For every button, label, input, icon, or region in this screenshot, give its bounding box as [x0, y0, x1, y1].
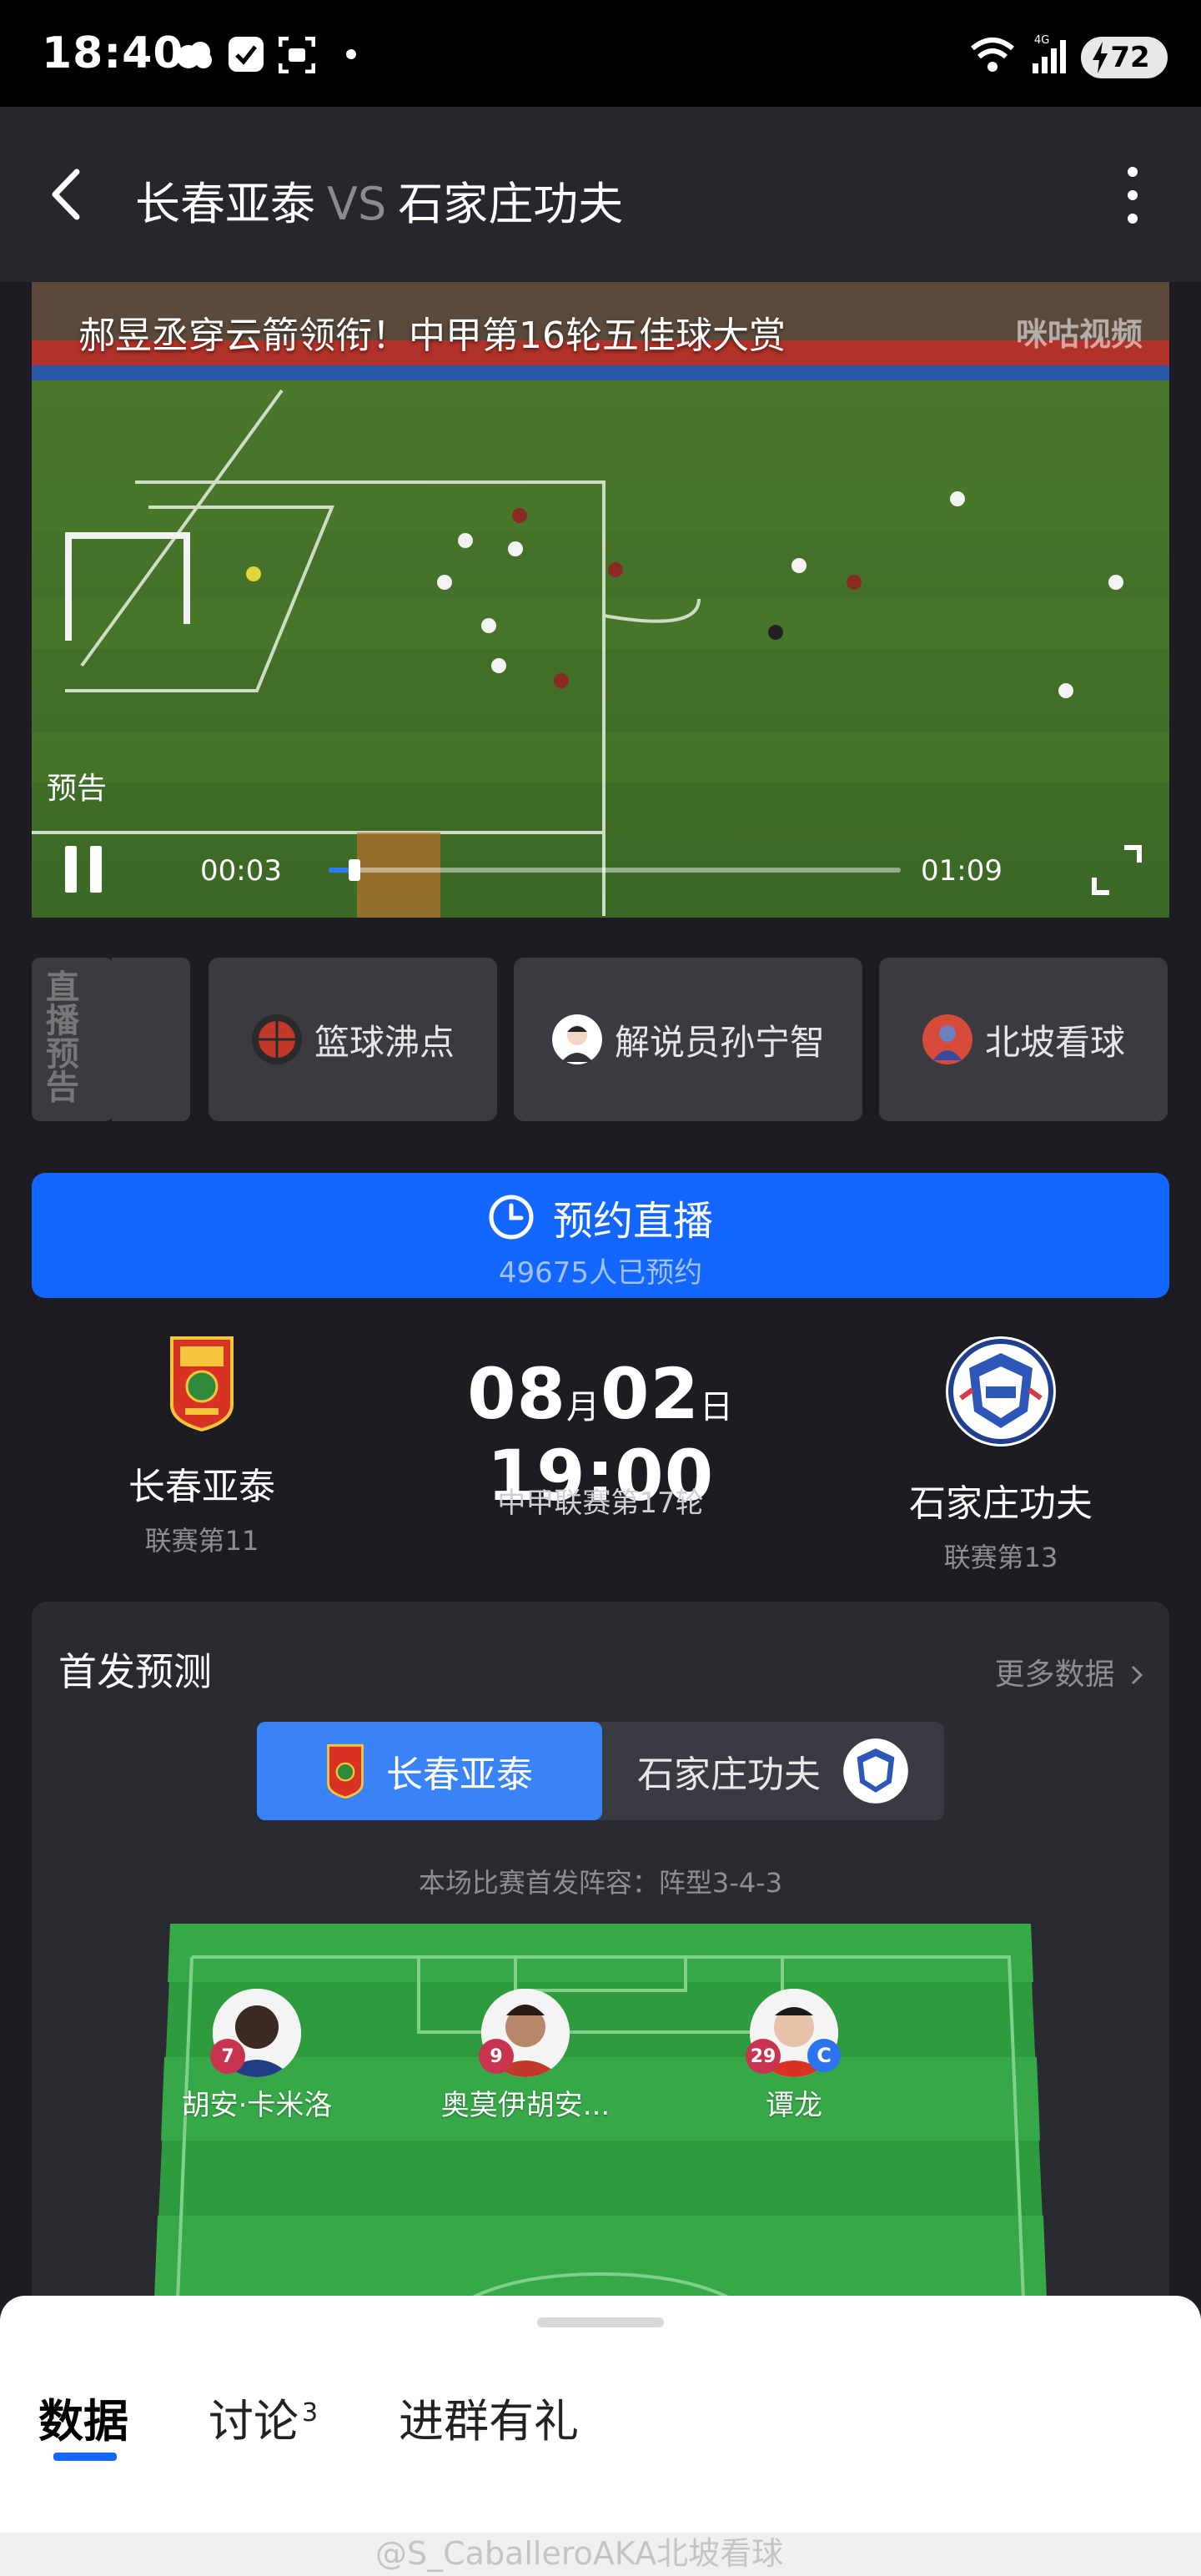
- kickoff-month: 08: [467, 1353, 566, 1435]
- formation-text: 本场比赛首发阵容：阵型3-4-3: [418, 1867, 783, 1899]
- header-home-team: 长春亚泰: [135, 178, 315, 230]
- month-unit: 月: [566, 1388, 600, 1426]
- header-away-team: 石家庄功夫: [398, 178, 624, 230]
- more-dot: [1128, 167, 1138, 177]
- league-round: 中甲联赛第17轮: [497, 1487, 704, 1520]
- tab-away-label: 石家庄功夫: [637, 1753, 821, 1796]
- away-team-logo: [946, 1336, 1056, 1446]
- clock-icon: [489, 1195, 534, 1240]
- notification-dot-icon: [346, 49, 356, 59]
- player-number: 29: [746, 2039, 781, 2074]
- status-time: 18:40: [42, 28, 184, 78]
- video-player[interactable]: 郝昱丞穿云箭领衔！中甲第16轮五佳球大赏 咪咕视频 预告 00:03 01:09: [32, 282, 1169, 918]
- player-number: 7: [210, 2039, 245, 2074]
- tab-home-team[interactable]: 长春亚泰: [257, 1722, 602, 1820]
- pause-bar: [65, 846, 77, 893]
- reserve-label: 预约直播: [552, 1198, 713, 1245]
- channel-label: 篮球沸点: [314, 1021, 455, 1063]
- channel-item[interactable]: 解说员孙宁智: [514, 958, 862, 1121]
- charging-bolt-icon: [1093, 42, 1108, 73]
- tab-join-group[interactable]: 进群有礼: [399, 2384, 579, 2450]
- wifi-icon: [971, 38, 1014, 72]
- channel-avatar: [551, 1014, 602, 1064]
- video-source-logo: 咪咕视频: [1015, 316, 1143, 353]
- reserve-live-button[interactable]: 预约直播 49675人已预约: [32, 1173, 1169, 1298]
- player-name: 谭龙: [766, 2089, 822, 2122]
- live-preview-label: 直播预告: [40, 969, 78, 1103]
- home-team-rank: 联赛第11: [144, 1525, 259, 1557]
- channel-label: 北坡看球: [984, 1021, 1125, 1063]
- pause-button[interactable]: [65, 846, 108, 893]
- discussion-count: 3: [302, 2398, 319, 2428]
- lineup-title: 首发预测: [58, 1649, 212, 1694]
- channel-item[interactable]: 篮球沸点: [209, 958, 497, 1121]
- player-number: 9: [479, 2039, 514, 2074]
- sheet-grabber[interactable]: [537, 2317, 664, 2327]
- more-data-label: 更多数据: [994, 1658, 1115, 1692]
- reserve-main-row: 预约直播: [32, 1188, 1169, 1246]
- match-title: 长春亚泰 VS 石家庄功夫: [135, 167, 623, 233]
- channel-item[interactable]: 北坡看球: [879, 958, 1168, 1121]
- more-dot: [1128, 214, 1138, 224]
- progress-bar[interactable]: [329, 859, 901, 881]
- top-header: 长春亚泰 VS 石家庄功夫: [0, 107, 1201, 282]
- channel-label: 解说员孙宁智: [614, 1021, 825, 1063]
- away-team-mini-logo: [843, 1738, 908, 1804]
- header-vs: VS: [327, 178, 387, 230]
- player-card[interactable]: 7 胡安·卡米洛: [148, 1989, 365, 2123]
- home-team-name: 长春亚泰: [128, 1466, 275, 1508]
- away-team-rank: 联赛第13: [943, 1542, 1058, 1573]
- home-team-logo: [170, 1336, 234, 1431]
- status-bar: 18:40 4G 72: [0, 0, 1201, 107]
- more-dot: [1128, 190, 1138, 200]
- kickoff-day: 02: [600, 1353, 700, 1435]
- tab-away-team[interactable]: 石家庄功夫: [602, 1722, 944, 1820]
- svg-text:4G: 4G: [1034, 34, 1049, 47]
- more-options-button[interactable]: [1118, 162, 1148, 229]
- total-time: 01:09: [921, 854, 1003, 888]
- preview-label: 预告: [47, 772, 108, 806]
- video-title: 郝昱丞穿云箭领衔！中甲第16轮五佳球大赏: [78, 314, 786, 357]
- current-time: 00:03: [200, 854, 282, 888]
- player-card[interactable]: 9 奥莫伊胡安...: [417, 1989, 634, 2123]
- tab-discussion[interactable]: 讨论 3: [209, 2384, 318, 2450]
- tab-discussion-label: 讨论: [209, 2395, 299, 2448]
- channel-avatar: [251, 1014, 302, 1064]
- watermark: @S_CaballeroAKA北坡看球: [375, 2535, 784, 2572]
- day-unit: 日: [699, 1388, 734, 1426]
- channel-avatar: [922, 1014, 972, 1064]
- home-team-info[interactable]: 长春亚泰 联赛第11: [60, 1335, 344, 1558]
- team-switch: 长春亚泰 石家庄功夫: [257, 1722, 944, 1820]
- bottom-sheet: 数据 讨论 3 进群有礼 @S_CaballeroAKA北坡看球: [0, 2296, 1201, 2576]
- more-data-link[interactable]: 更多数据: [995, 1650, 1144, 1693]
- back-button[interactable]: [43, 165, 93, 224]
- channel-partial[interactable]: [112, 958, 190, 1121]
- weather-icon: [177, 42, 212, 68]
- chevron-right-icon: [1131, 1665, 1143, 1685]
- tab-home-label: 长春亚泰: [386, 1753, 533, 1796]
- player-name: 胡安·卡米洛: [181, 2089, 333, 2122]
- away-team-info[interactable]: 石家庄功夫 联赛第13: [859, 1335, 1143, 1575]
- home-team-mini-logo: [327, 1743, 364, 1799]
- captain-badge: C: [807, 2039, 841, 2072]
- tab-data[interactable]: 数据: [38, 2384, 128, 2450]
- active-tab-indicator: [53, 2453, 117, 2461]
- checklist-icon: [229, 37, 264, 72]
- away-team-name: 石家庄功夫: [909, 1482, 1093, 1525]
- cellular-signal-icon: 4G: [1033, 34, 1066, 73]
- channel-list: 直播预告 篮球沸点 解说员孙宁智 北坡看球: [32, 958, 1169, 1121]
- pause-bar: [90, 846, 102, 893]
- scan-icon: [279, 37, 315, 73]
- reserve-count: 49675人已预约: [498, 1256, 703, 1290]
- video-frame: [32, 282, 1169, 918]
- fullscreen-button[interactable]: [1091, 844, 1143, 896]
- battery-level: 72: [1110, 41, 1150, 74]
- battery-indicator: 72: [1081, 37, 1168, 78]
- progress-thumb[interactable]: [348, 859, 360, 881]
- live-preview-tag: 直播预告: [32, 958, 113, 1121]
- player-card[interactable]: 29 C 谭龙: [686, 1989, 902, 2123]
- player-name: 奥莫伊胡安...: [440, 2089, 611, 2122]
